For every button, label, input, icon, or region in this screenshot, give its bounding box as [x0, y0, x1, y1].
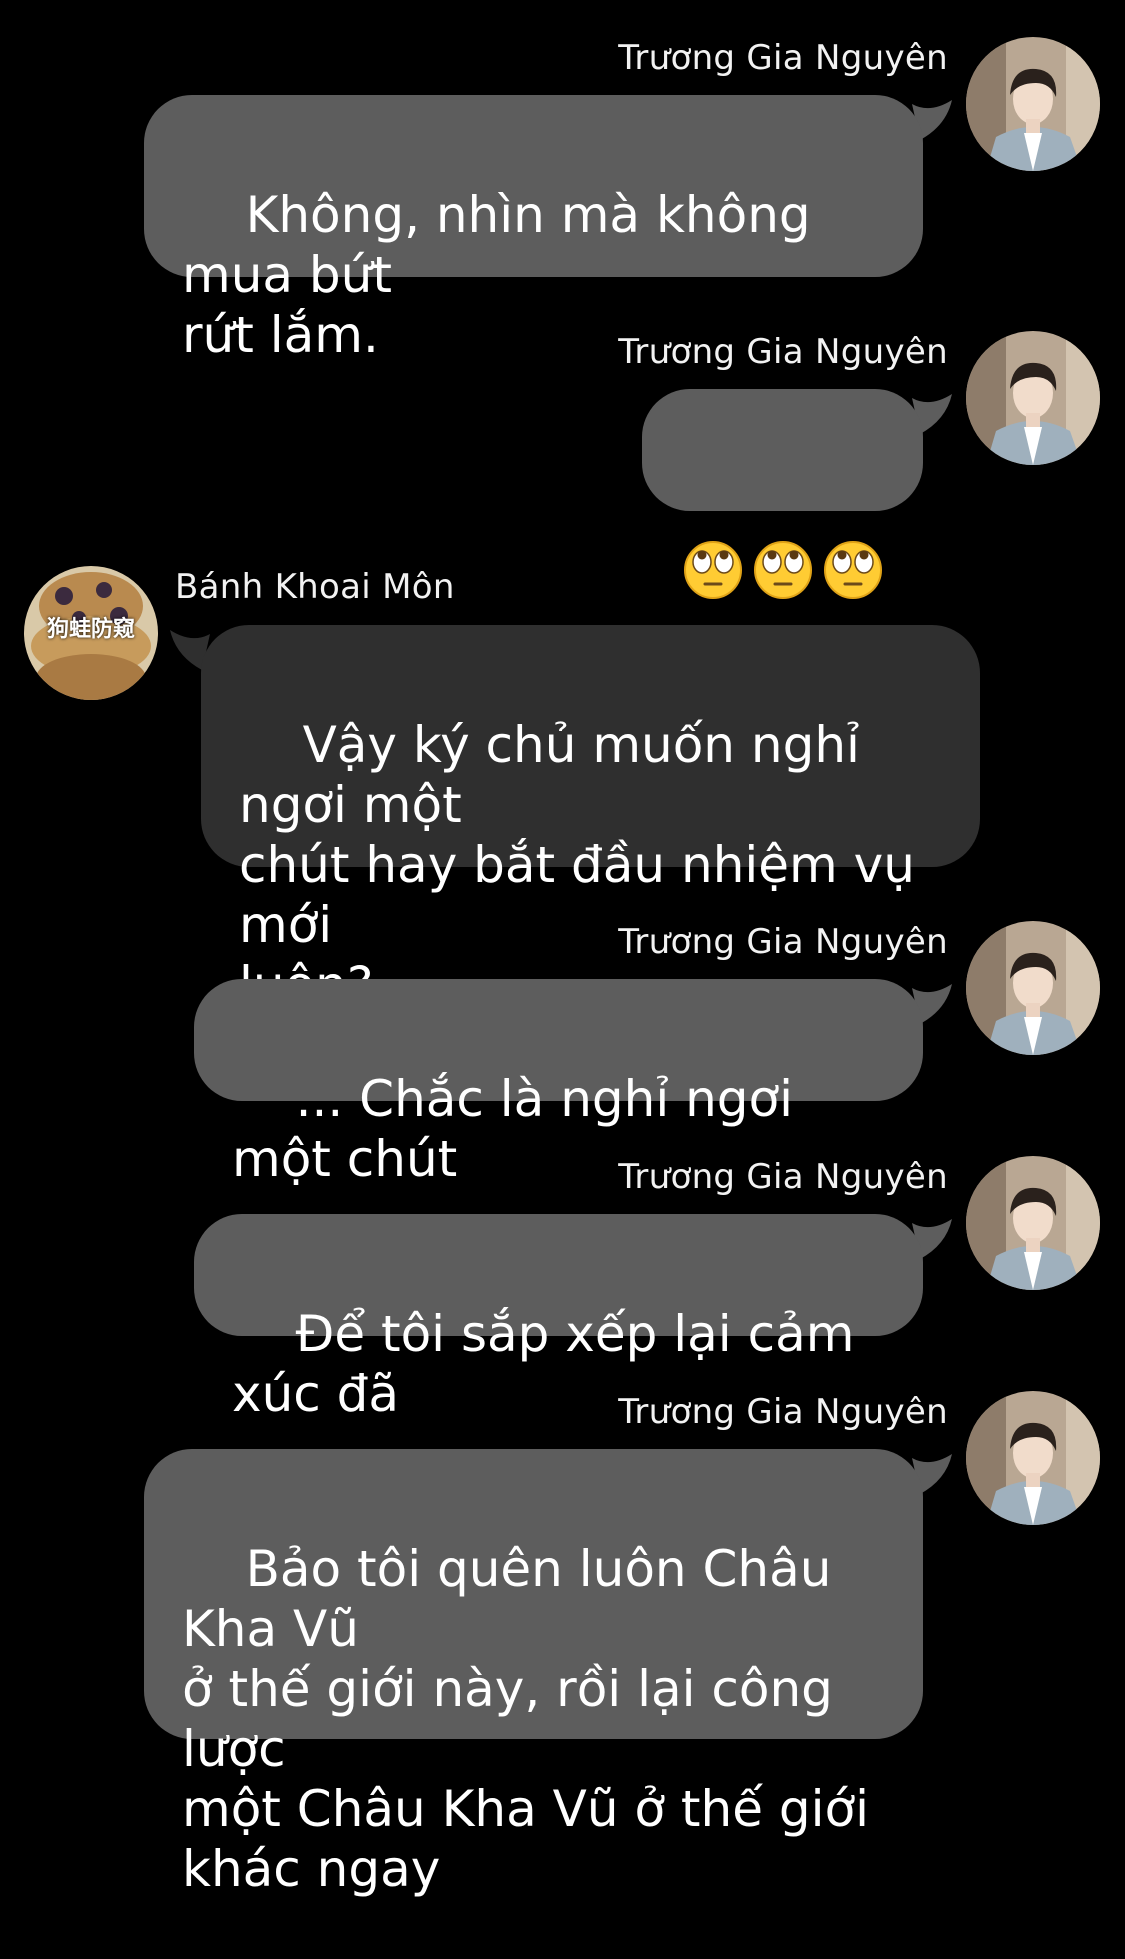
message-bubble[interactable]: Để tôi sắp xếp lại cảm xúc đã: [194, 1214, 923, 1423]
rolling-eyes-icon: [753, 540, 813, 600]
message-bubble[interactable]: Không, nhìn mà không mua bứt rứt lắm.: [144, 95, 923, 364]
rolling-eyes-icon: [683, 540, 743, 600]
message-bubble[interactable]: [642, 389, 923, 511]
message-text: Vậy ký chủ muốn nghỉ ngơi một chút hay b…: [239, 716, 915, 1014]
sender-name: Trương Gia Nguyên: [618, 332, 948, 372]
avatar[interactable]: [966, 331, 1100, 465]
message-bubble[interactable]: Bảo tôi quên luôn Châu Kha Vũ ở thế giới…: [144, 1449, 923, 1898]
avatar[interactable]: [966, 921, 1100, 1055]
sender-name: Trương Gia Nguyên: [618, 922, 948, 962]
avatar[interactable]: [966, 1391, 1100, 1525]
message-bubble[interactable]: ... Chắc là nghỉ ngơi một chút: [194, 979, 923, 1188]
avatar[interactable]: [966, 37, 1100, 171]
avatar-caption: 狗蛙防窥: [46, 617, 135, 642]
avatar[interactable]: [966, 1156, 1100, 1290]
sender-name: Trương Gia Nguyên: [618, 1392, 948, 1432]
rolling-eyes-icon: [823, 540, 883, 600]
sender-name: Bánh Khoai Môn: [175, 567, 455, 607]
avatar[interactable]: 狗蛙防窥: [24, 566, 158, 700]
message-bubble[interactable]: Vậy ký chủ muốn nghỉ ngơi một chút hay b…: [201, 625, 980, 1014]
sender-name: Trương Gia Nguyên: [618, 38, 948, 78]
sender-name: Trương Gia Nguyên: [618, 1157, 948, 1197]
message-text: Bảo tôi quên luôn Châu Kha Vũ ở thế giới…: [182, 1540, 869, 1898]
